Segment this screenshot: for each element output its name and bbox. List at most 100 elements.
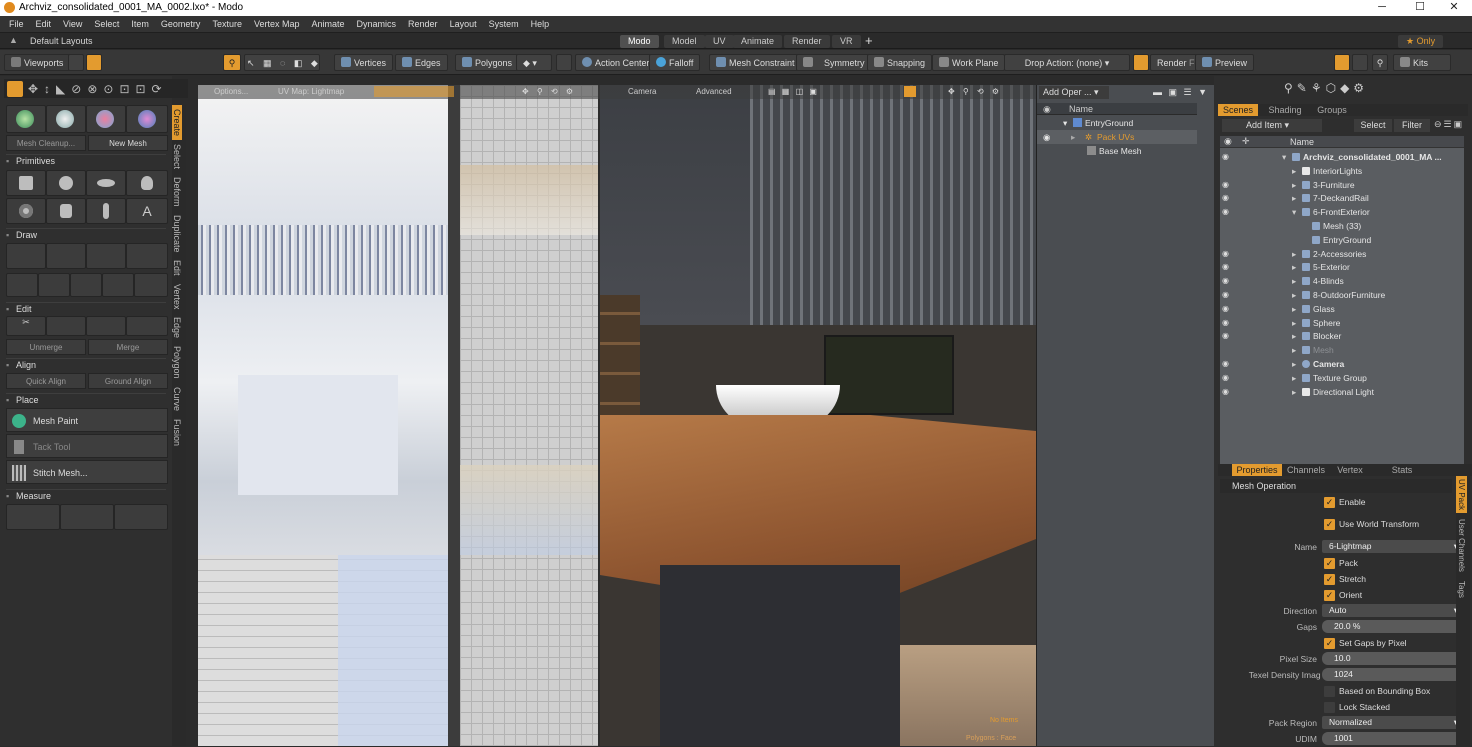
tube-primitive-button[interactable] bbox=[86, 198, 126, 224]
draw-tool-2-icon[interactable] bbox=[46, 243, 86, 269]
menu-texture[interactable]: Texture bbox=[206, 16, 248, 33]
pixel-size-field[interactable]: 10.0 bbox=[1322, 652, 1462, 665]
vtab-duplicate[interactable]: Duplicate bbox=[172, 211, 182, 257]
dimensions-icon[interactable] bbox=[114, 504, 168, 530]
tab-uv[interactable]: UV bbox=[705, 35, 734, 48]
pack-region-dropdown[interactable]: Normalized▾ bbox=[1322, 716, 1462, 729]
cylinder-primitive-button[interactable] bbox=[46, 198, 86, 224]
polygons-button[interactable]: Polygons bbox=[455, 54, 520, 71]
instance-icon[interactable] bbox=[126, 316, 168, 336]
scene-list-options-icons[interactable]: ⊖☰▣ bbox=[1434, 119, 1468, 132]
mesh-cleanup-button[interactable]: Mesh Cleanup... bbox=[6, 135, 86, 151]
vtab-select[interactable]: Select bbox=[172, 140, 182, 173]
visibility-eye-icon[interactable]: ◉ bbox=[1222, 247, 1229, 261]
expand-arrow-icon[interactable]: ▸ bbox=[1292, 247, 1296, 261]
texel-density-field[interactable]: 1024 bbox=[1322, 668, 1462, 681]
side-tab-user-channels[interactable]: User Channels bbox=[1456, 513, 1467, 578]
section-primitives[interactable]: Primitives bbox=[6, 154, 166, 168]
curve-tool-4-icon[interactable] bbox=[102, 273, 134, 297]
visibility-eye-icon[interactable]: ◉ bbox=[1222, 150, 1229, 164]
uv-nav-icons[interactable]: ✥ ⚲ ⟲ ⚙ bbox=[522, 87, 576, 96]
layout-b-button[interactable] bbox=[1352, 54, 1368, 71]
section-align[interactable]: Align bbox=[6, 358, 166, 372]
only-toggle[interactable]: ★ Only bbox=[1398, 35, 1444, 48]
tab-stats[interactable]: Stats bbox=[1382, 464, 1422, 476]
layout-pin-icon[interactable]: ▲ bbox=[9, 35, 18, 45]
copy-icon[interactable] bbox=[46, 316, 86, 336]
draw-tool-1-icon[interactable] bbox=[6, 243, 46, 269]
vtab-fusion[interactable]: Fusion bbox=[172, 415, 182, 450]
camera-dropdown[interactable]: Camera bbox=[628, 87, 656, 96]
menu-view[interactable]: View bbox=[57, 16, 88, 33]
layout-toggle-button[interactable] bbox=[68, 54, 84, 71]
lock-stacked-checkbox[interactable] bbox=[1324, 702, 1335, 713]
curve-tool-5-icon[interactable] bbox=[134, 273, 168, 297]
tab-vr[interactable]: VR bbox=[832, 35, 861, 48]
camera-shading-icon[interactable] bbox=[904, 86, 916, 97]
scene-item-row[interactable]: ◉ ▾ 6-FrontExterior bbox=[1220, 205, 1464, 219]
expand-arrow-icon[interactable]: ▸ bbox=[1292, 329, 1296, 343]
udim-field[interactable]: 1001 bbox=[1322, 732, 1462, 745]
section-edit[interactable]: Edit bbox=[6, 302, 166, 316]
mesh-paint-button[interactable]: Mesh Paint bbox=[6, 408, 168, 432]
expand-arrow-icon[interactable]: ▸ bbox=[1292, 357, 1296, 371]
mesh-constraint-button[interactable]: Mesh Constraint bbox=[709, 54, 802, 71]
scene-item-row[interactable]: ◉ ▸ Camera bbox=[1220, 357, 1464, 371]
uv-viewport[interactable] bbox=[198, 85, 598, 746]
protractor-icon[interactable] bbox=[60, 504, 114, 530]
quick-align-button[interactable]: Quick Align bbox=[6, 373, 86, 389]
expand-arrow-icon[interactable]: ▸ bbox=[1292, 260, 1296, 274]
expand-arrow-icon[interactable]: ▸ bbox=[1292, 302, 1296, 316]
mesh-operation-section[interactable]: Mesh Operation bbox=[1220, 479, 1452, 493]
menu-system[interactable]: System bbox=[483, 16, 525, 33]
curve-tool-2-icon[interactable] bbox=[38, 273, 70, 297]
default-layouts-dropdown[interactable]: Default Layouts bbox=[30, 36, 93, 46]
tab-groups[interactable]: Groups bbox=[1312, 104, 1352, 116]
set-gaps-checkbox[interactable]: ✓ bbox=[1324, 638, 1335, 649]
expand-arrow-icon[interactable]: ▸ bbox=[1292, 178, 1296, 192]
expand-arrow-icon[interactable]: ▸ bbox=[1292, 288, 1296, 302]
menu-dynamics[interactable]: Dynamics bbox=[351, 16, 403, 33]
camera-viewport[interactable]: No Items Polygons : Face bbox=[600, 85, 1036, 746]
preview-button[interactable]: Preview bbox=[1195, 54, 1255, 71]
mesh-op-row-pack-uvs[interactable]: ◉ ▸ ✲ Pack UVs bbox=[1037, 130, 1197, 144]
render-icon[interactable] bbox=[1133, 54, 1149, 71]
section-draw[interactable]: Draw bbox=[6, 228, 166, 242]
viewports-button[interactable]: Viewports bbox=[4, 54, 71, 71]
section-place[interactable]: Place bbox=[6, 393, 166, 407]
tab-properties[interactable]: Properties bbox=[1232, 464, 1282, 476]
mesh-op-row-base-mesh[interactable]: Base Mesh bbox=[1037, 144, 1197, 158]
visibility-eye-icon[interactable]: ◉ bbox=[1222, 260, 1229, 274]
scene-item-row[interactable]: ◉ ▸ Blocker bbox=[1220, 329, 1464, 343]
section-measure[interactable]: Measure bbox=[6, 489, 166, 503]
visibility-eye-icon[interactable]: ◉ bbox=[1222, 357, 1229, 371]
merge-button[interactable]: Merge bbox=[88, 339, 168, 355]
capsule-primitive-button[interactable] bbox=[86, 170, 126, 196]
menu-file[interactable]: File bbox=[3, 16, 30, 33]
expand-arrow-icon[interactable]: ▸ bbox=[1292, 385, 1296, 399]
uv-map-dropdown[interactable]: UV Map: Lightmap bbox=[278, 87, 344, 96]
menu-animate[interactable]: Animate bbox=[305, 16, 350, 33]
uv-view-options-icons[interactable] bbox=[374, 86, 454, 97]
visibility-eye-icon[interactable]: ◉ bbox=[1222, 288, 1229, 302]
edges-button[interactable]: Edges bbox=[395, 54, 448, 71]
torus-primitive-button[interactable] bbox=[6, 198, 46, 224]
search-icon[interactable]: ⚲ bbox=[1372, 54, 1388, 71]
draw-tool-4-icon[interactable] bbox=[126, 243, 168, 269]
tab-shading[interactable]: Shading bbox=[1262, 104, 1308, 116]
expand-arrow-icon[interactable]: ▸ bbox=[1292, 164, 1296, 178]
unmerge-button[interactable]: Unmerge bbox=[6, 339, 86, 355]
snapping-button[interactable]: Snapping bbox=[867, 54, 933, 71]
expand-arrow-icon[interactable]: ▾ bbox=[1292, 205, 1296, 219]
vtab-edit[interactable]: Edit bbox=[172, 256, 182, 280]
cone-primitive-button[interactable] bbox=[126, 170, 168, 196]
tab-animate[interactable]: Animate bbox=[733, 35, 783, 48]
tab-channels[interactable]: Channels bbox=[1284, 464, 1328, 476]
vtab-deform[interactable]: Deform bbox=[172, 173, 182, 211]
curve-tool-3-icon[interactable] bbox=[70, 273, 102, 297]
visibility-eye-icon[interactable]: ◉ bbox=[1222, 205, 1229, 219]
ruler-icon[interactable] bbox=[6, 504, 60, 530]
use-world-transform-checkbox[interactable]: ✓ bbox=[1324, 519, 1335, 530]
enable-checkbox[interactable]: ✓ bbox=[1324, 497, 1335, 508]
cut-icon[interactable]: ✂ bbox=[6, 316, 46, 336]
